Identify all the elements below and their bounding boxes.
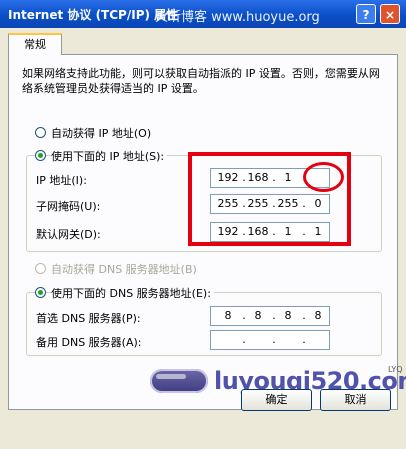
- auto-ip-label[interactable]: 自动获得 IP 地址(O): [51, 125, 151, 141]
- ok-button[interactable]: 确定: [241, 389, 312, 411]
- octet-separator: .: [242, 333, 246, 346]
- preferred-dns-octet-2: 8: [254, 309, 262, 322]
- default-gateway-label: 默认网关(D):: [36, 228, 101, 241]
- preferred-dns-octet-3: 8: [284, 309, 292, 322]
- auto-dns-label[interactable]: 自动获得 DNS 服务器地址(B): [51, 261, 197, 277]
- alternate-dns-field[interactable]: . . .: [210, 330, 330, 350]
- logo-corner-text: LYQ: [388, 365, 403, 374]
- subnet-mask-label: 子网掩码(U):: [36, 200, 101, 213]
- auto-dns-radio[interactable]: [35, 263, 46, 274]
- manual-ip-label[interactable]: 使用下面的 IP 地址(S):: [51, 148, 168, 164]
- help-button[interactable]: ?: [356, 4, 376, 24]
- title-bar[interactable]: Internet 协议 (TCP/IP) 属性 火昕博客 www.huoyue.…: [0, 0, 406, 28]
- ip-address-label: IP 地址(I):: [36, 174, 87, 187]
- octet-separator: .: [272, 333, 276, 346]
- tab-general[interactable]: 常规: [8, 33, 62, 55]
- window-title: Internet 协议 (TCP/IP) 属性: [8, 8, 179, 22]
- octet-separator: .: [302, 333, 306, 346]
- manual-dns-radio[interactable]: [35, 287, 46, 298]
- close-button[interactable]: ×: [380, 4, 400, 24]
- manual-dns-label[interactable]: 使用下面的 DNS 服务器地址(E):: [51, 285, 214, 301]
- alternate-dns-label: 备用 DNS 服务器(A):: [36, 336, 142, 349]
- preferred-dns-label: 首选 DNS 服务器(P):: [36, 312, 141, 325]
- logo-graphic-icon: [150, 369, 208, 393]
- preferred-dns-octet-4: 8: [314, 309, 322, 322]
- red-highlight-circle: [303, 162, 344, 192]
- cancel-button[interactable]: 取消: [320, 389, 391, 411]
- watermark-text: 火昕博客 www.huoyue.org: [155, 10, 320, 25]
- preferred-dns-octet-1: 8: [224, 309, 232, 322]
- manual-ip-radio[interactable]: [35, 150, 46, 161]
- auto-ip-radio[interactable]: [35, 127, 46, 138]
- description-text: 如果网络支持此功能，则可以获取自动指派的 IP 设置。否则，您需要从网络系统管理…: [22, 67, 380, 95]
- preferred-dns-field[interactable]: 8 . 8 . 8 . 8: [210, 306, 330, 326]
